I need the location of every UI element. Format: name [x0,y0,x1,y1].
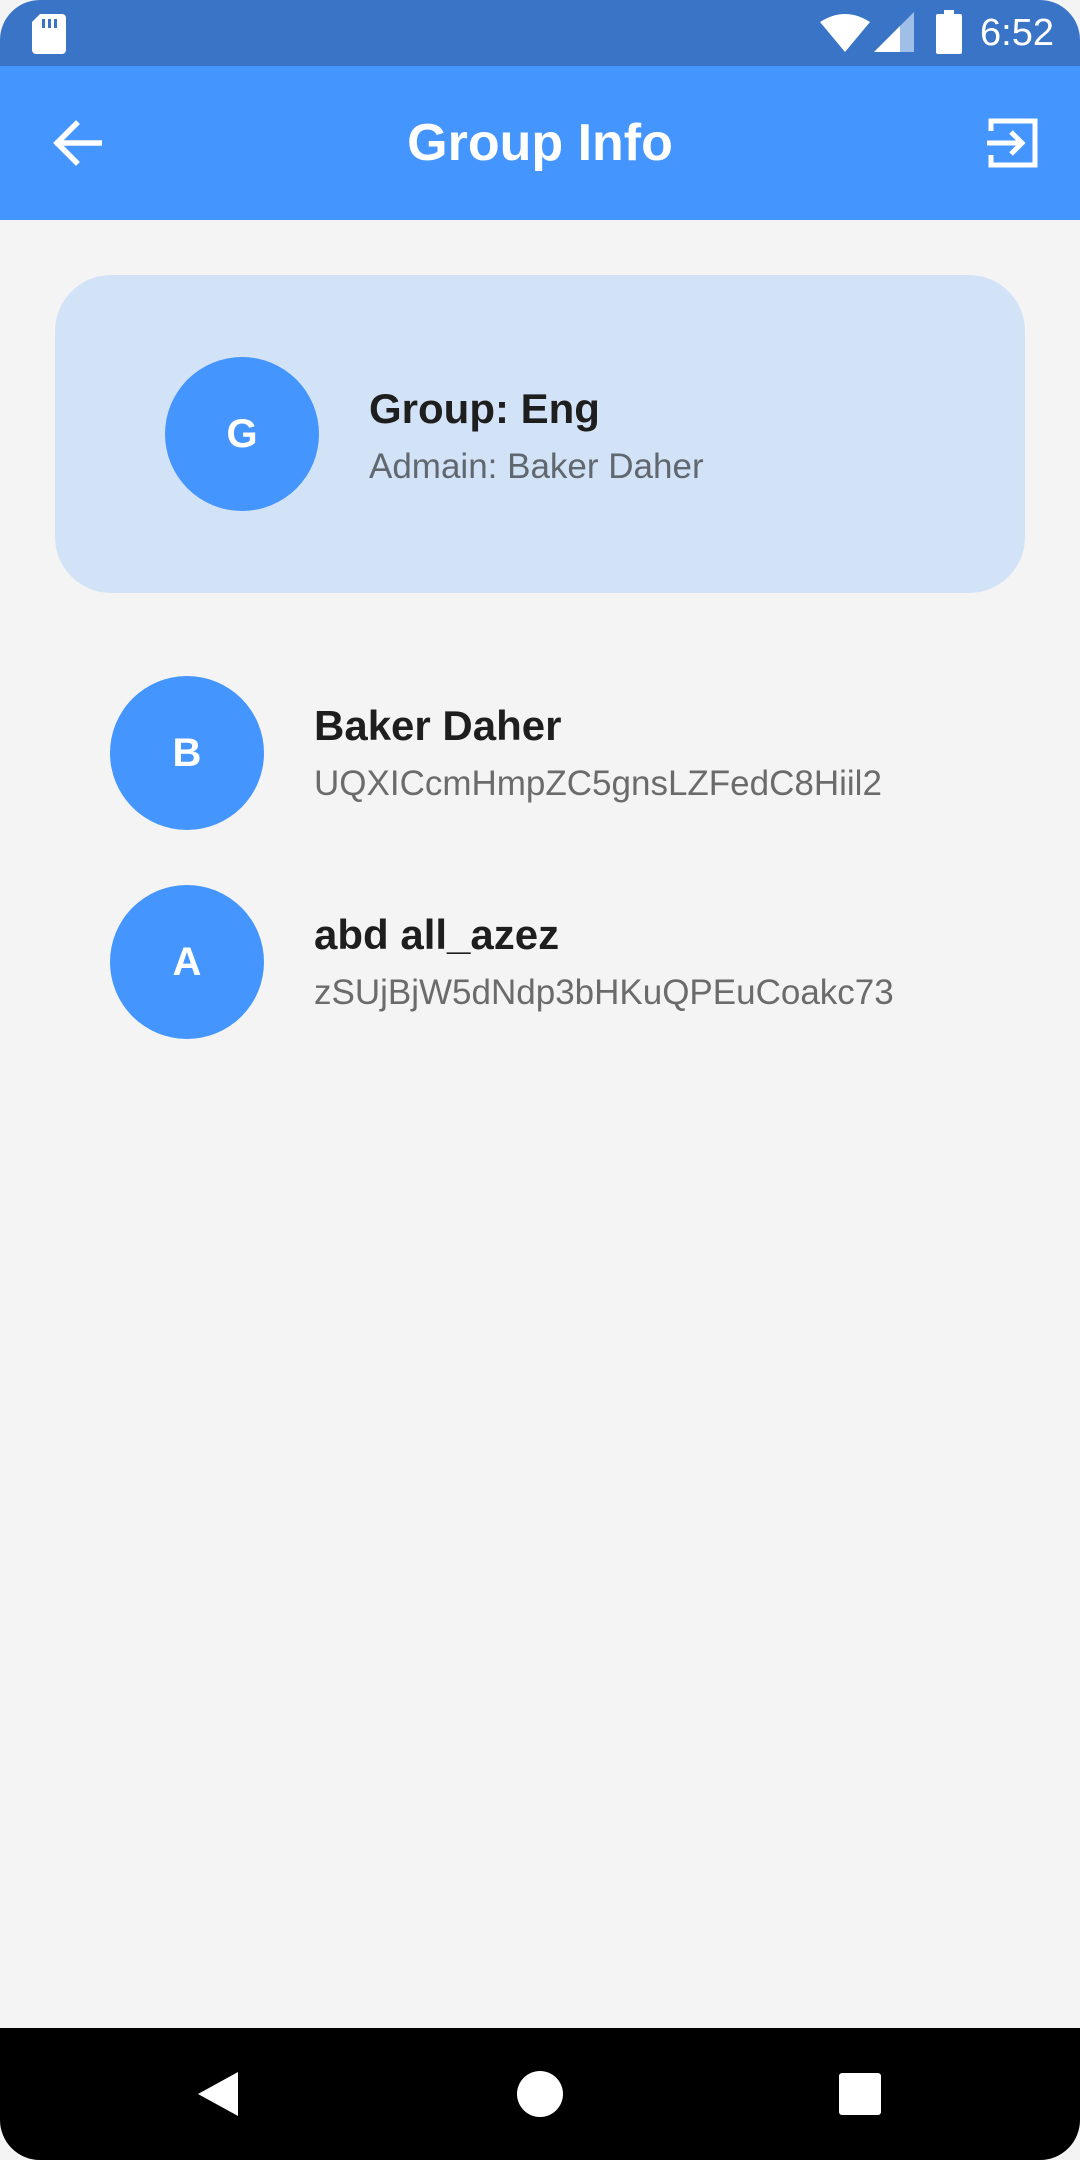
status-bar: 6:52 [0,0,1080,66]
member-name: abd all_azez [314,911,560,958]
cell-signal-icon [874,12,914,52]
group-info-screen: 6:52 Group Info G Group: Eng Admain: Bak… [0,0,1080,2160]
member-id: UQXICcmHmpZC5gnsLZFedC8Hiil2 [314,764,882,803]
system-nav-bar [0,2028,1080,2160]
group-card: G Group: Eng Admain: Baker Daher [55,275,1025,593]
member-list-item[interactable]: B Baker Daher UQXICcmHmpZC5gnsLZFedC8Hii… [110,676,1010,830]
page-title: Group Info [407,114,673,172]
member-id: zSUjBjW5dNdp3bHKuQPEuCoakc73 [314,973,894,1012]
member-name: Baker Daher [314,702,562,749]
nav-home-icon [517,2071,563,2117]
status-time: 6:52 [980,12,1054,54]
exit-group-button[interactable] [976,106,1050,180]
group-name: Group: Eng [369,385,600,432]
group-avatar: G [165,357,319,511]
member-avatar: B [110,676,264,830]
nav-back-icon [198,2072,238,2116]
arrow-back-icon [53,120,102,166]
sd-card-icon [32,14,66,54]
wifi-icon [820,14,870,52]
nav-recents-icon [839,2073,881,2115]
nav-home-button[interactable] [500,2054,580,2134]
nav-recents-button[interactable] [820,2054,900,2134]
exit-to-app-icon [987,118,1038,168]
member-avatar: A [110,885,264,1039]
member-list-item[interactable]: A abd all_azez zSUjBjW5dNdp3bHKuQPEuCoak… [110,885,1010,1039]
back-button[interactable] [40,106,114,180]
group-admin: Admain: Baker Daher [369,447,704,486]
app-bar: Group Info [0,66,1080,220]
battery-icon [936,10,962,54]
nav-back-button[interactable] [180,2054,260,2134]
